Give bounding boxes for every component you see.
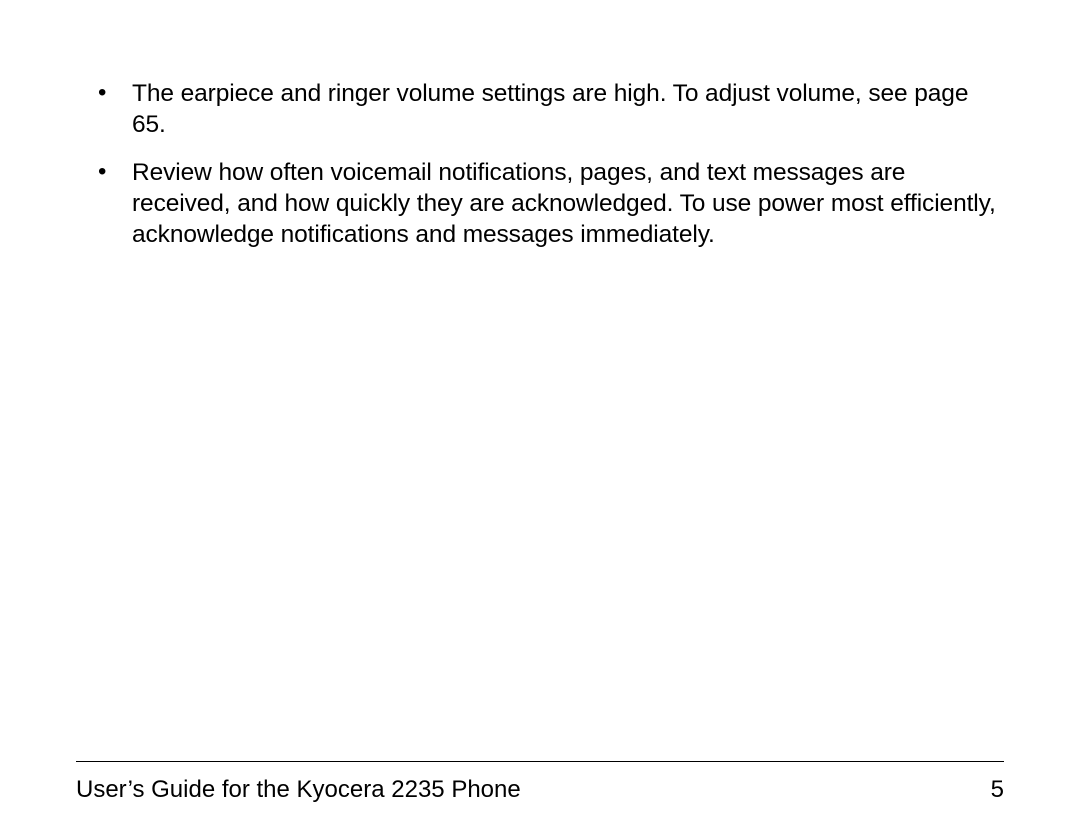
- footer-divider: [76, 761, 1004, 762]
- content-area: The earpiece and ringer volume settings …: [76, 78, 1004, 834]
- page-container: The earpiece and ringer volume settings …: [0, 0, 1080, 834]
- list-item: The earpiece and ringer volume settings …: [76, 78, 1004, 141]
- list-item: Review how often voicemail notifications…: [76, 157, 1004, 251]
- page-number: 5: [991, 776, 1004, 804]
- footer-title: User’s Guide for the Kyocera 2235 Phone: [76, 776, 521, 804]
- bullet-list: The earpiece and ringer volume settings …: [76, 78, 1004, 251]
- footer-row: User’s Guide for the Kyocera 2235 Phone …: [76, 776, 1004, 804]
- page-footer: User’s Guide for the Kyocera 2235 Phone …: [76, 761, 1004, 804]
